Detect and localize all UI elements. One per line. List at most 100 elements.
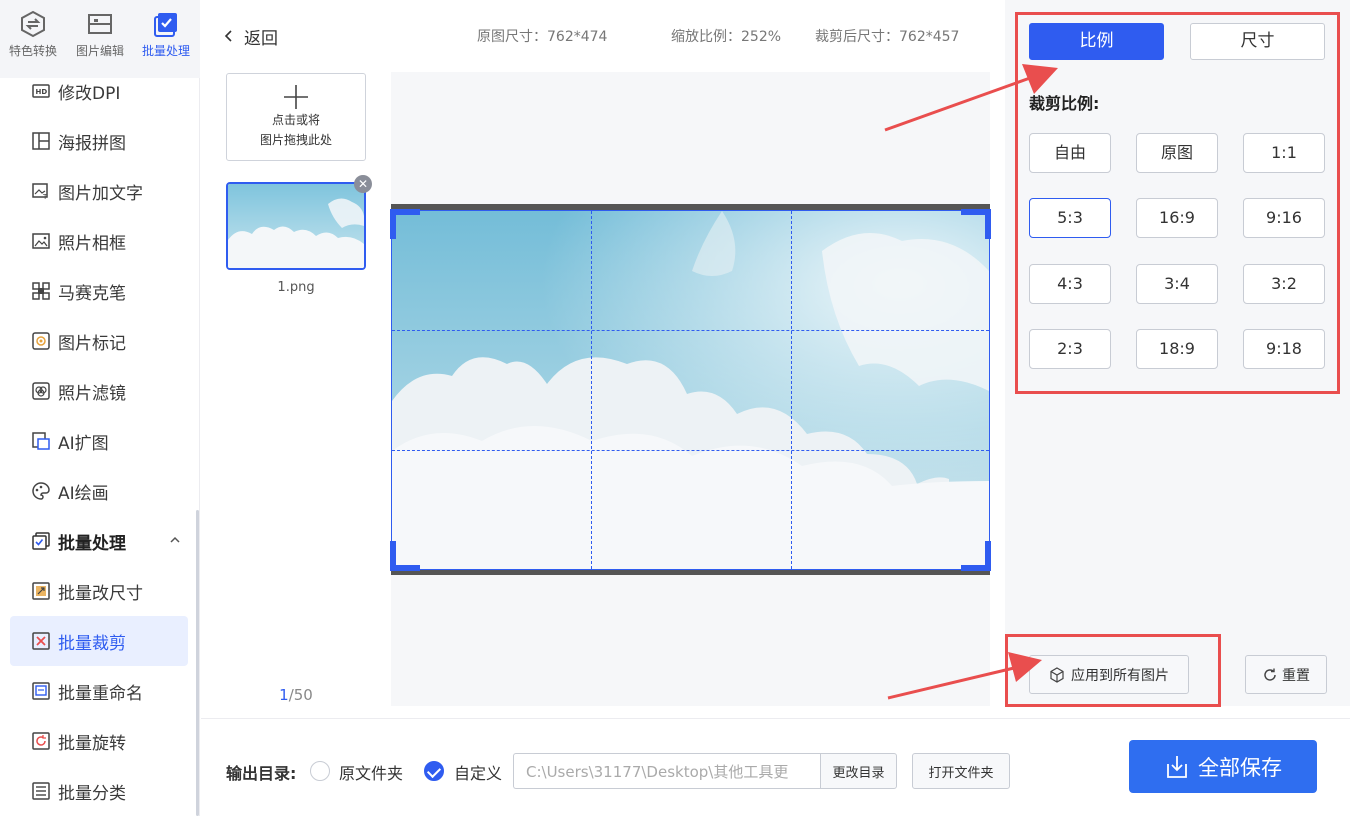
sidebar-item-ai-expand[interactable]: AI扩图 [10, 416, 188, 466]
sidebar-group-label: 批量处理 [58, 533, 126, 554]
change-dir-button[interactable]: 更改目录 [820, 753, 897, 789]
sidebar-item-mark[interactable]: 图片标记 [10, 316, 188, 366]
original-size-text: 原图尺寸：762*474 [477, 29, 608, 45]
rename-icon [32, 682, 50, 700]
save-all-label: 全部保存 [1198, 755, 1282, 780]
sidebar-item-batch-crop[interactable]: 批量裁剪 [10, 616, 188, 666]
ai-expand-icon [32, 432, 50, 450]
sidebar-item-batch-resize[interactable]: 批量改尺寸 [10, 566, 188, 616]
ratio-3-2-button[interactable]: 3:2 [1243, 264, 1325, 304]
output-path-field[interactable] [513, 753, 821, 789]
crop-grid-line [392, 450, 989, 451]
reset-label: 重置 [1282, 667, 1310, 684]
tab-image-edit[interactable]: 图片编辑 [67, 10, 133, 70]
crop-ratio-label: 裁剪比例: [1029, 94, 1100, 113]
sidebar-item-batch-classify[interactable]: 批量分类 [10, 766, 188, 816]
radio-custom-folder-label[interactable]: 自定义 [454, 760, 502, 784]
crop-icon [32, 632, 50, 650]
sidebar: 特色转换 图片编辑 批量处理 HD 修改DPI 海报拼图 T 图片加文字 照片相… [0, 0, 200, 816]
apply-to-all-button[interactable]: 应用到所有图片 [1029, 655, 1189, 694]
open-folder-button[interactable]: 打开文件夹 [912, 753, 1010, 789]
add-text-icon: T [32, 183, 48, 200]
mosaic-icon [32, 282, 50, 300]
sidebar-item-label: 批量分类 [58, 783, 126, 804]
ai-paint-icon [32, 482, 50, 500]
crop-grid-line [791, 211, 792, 569]
crop-grid-line [392, 330, 989, 331]
ratio-5-3-button[interactable]: 5:3 [1029, 198, 1111, 238]
tab-label: 批量处理 [141, 44, 190, 58]
cube-icon [1050, 666, 1064, 683]
sidebar-item-label: 照片相框 [58, 233, 126, 254]
crop-handle-top-right[interactable] [961, 209, 991, 239]
sidebar-item-add-text[interactable]: T 图片加文字 [10, 166, 188, 216]
photo-frame-icon [32, 233, 50, 249]
radio-original-folder-label[interactable]: 原文件夹 [339, 760, 403, 784]
upload-dropzone[interactable]: 点击或将 图片拖拽此处 [226, 73, 366, 161]
sidebar-item-label: 马赛克笔 [58, 283, 126, 304]
ratio-9-16-button[interactable]: 9:16 [1243, 198, 1325, 238]
ratio-18-9-button[interactable]: 18:9 [1136, 329, 1218, 369]
resize-icon [32, 582, 50, 600]
tab-batch-process[interactable]: 批量处理 [133, 10, 199, 70]
ratio-1-1-button[interactable]: 1:1 [1243, 133, 1325, 173]
sidebar-item-photo-frame[interactable]: 照片相框 [10, 216, 188, 266]
poster-collage-icon [32, 132, 50, 150]
ratio-4-3-button[interactable]: 4:3 [1029, 264, 1111, 304]
sidebar-item-label: 海报拼图 [58, 133, 126, 154]
mode-ratio-button[interactable]: 比例 [1029, 23, 1164, 60]
page-current: 1 [279, 686, 289, 704]
crop-handle-bottom-left[interactable] [390, 541, 420, 571]
sidebar-item-batch-rename[interactable]: 批量重命名 [10, 666, 188, 716]
thumbnail-filename: 1.png [277, 280, 315, 295]
svg-text:HD: HD [36, 88, 48, 96]
sidebar-group-batch[interactable]: 批量处理 [10, 516, 188, 566]
crop-selection[interactable] [390, 209, 991, 571]
reset-button[interactable]: 重置 [1245, 655, 1327, 694]
sidebar-item-label: 批量重命名 [58, 683, 143, 704]
sidebar-nav: HD 修改DPI 海报拼图 T 图片加文字 照片相框 马赛克笔 图片标记 照片滤… [10, 66, 188, 816]
sidebar-item-label: AI绘画 [58, 483, 109, 504]
sidebar-item-label: 批量改尺寸 [58, 583, 143, 604]
back-label: 返回 [244, 28, 278, 49]
save-all-button[interactable]: 全部保存 [1129, 740, 1317, 793]
sidebar-item-label: AI扩图 [58, 433, 109, 454]
sidebar-item-ai-paint[interactable]: AI绘画 [10, 466, 188, 516]
crop-handle-top-left[interactable] [390, 209, 420, 239]
ratio-3-4-button[interactable]: 3:4 [1136, 264, 1218, 304]
mode-size-button[interactable]: 尺寸 [1190, 23, 1325, 60]
tab-label: 特色转换 [8, 44, 57, 58]
output-dir-label: 输出目录: [226, 764, 297, 783]
cropped-size-text: 裁剪后尺寸：762*457 [815, 29, 960, 45]
tab-label: 图片编辑 [75, 44, 124, 58]
svg-text:T: T [42, 193, 48, 200]
sidebar-item-filter[interactable]: 照片滤镜 [10, 366, 188, 416]
back-button[interactable]: 返回 [222, 24, 278, 49]
apply-to-all-label: 应用到所有图片 [1071, 667, 1169, 684]
filter-icon [32, 382, 50, 400]
thumbnail-image [228, 184, 364, 268]
sidebar-item-mosaic[interactable]: 马赛克笔 [10, 266, 188, 316]
chevron-up-icon[interactable] [168, 533, 182, 547]
image-thumbnail[interactable] [226, 182, 366, 270]
crop-handle-bottom-right[interactable] [961, 541, 991, 571]
rotate-icon [32, 732, 50, 750]
upload-hint-line2: 图片拖拽此处 [259, 133, 332, 147]
radio-original-folder[interactable] [310, 761, 330, 781]
sidebar-item-batch-rotate[interactable]: 批量旋转 [10, 716, 188, 766]
radio-custom-folder[interactable] [424, 761, 444, 781]
ratio-original-button[interactable]: 原图 [1136, 133, 1218, 173]
sidebar-item-label: 批量裁剪 [58, 633, 126, 654]
ratio-2-3-button[interactable]: 2:3 [1029, 329, 1111, 369]
ratio-free-button[interactable]: 自由 [1029, 133, 1111, 173]
sidebar-item-label: 图片加文字 [58, 183, 143, 204]
remove-thumbnail-button[interactable]: ✕ [354, 175, 372, 193]
sidebar-item-poster[interactable]: 海报拼图 [10, 116, 188, 166]
ratio-9-18-button[interactable]: 9:18 [1243, 329, 1325, 369]
sidebar-item-label: 图片标记 [58, 333, 126, 354]
sidebar-scrollbar[interactable] [196, 510, 199, 816]
sidebar-item-dpi[interactable]: HD 修改DPI [10, 66, 188, 116]
tab-feature-convert[interactable]: 特色转换 [0, 10, 66, 70]
refresh-icon [1264, 668, 1276, 681]
ratio-16-9-button[interactable]: 16:9 [1136, 198, 1218, 238]
